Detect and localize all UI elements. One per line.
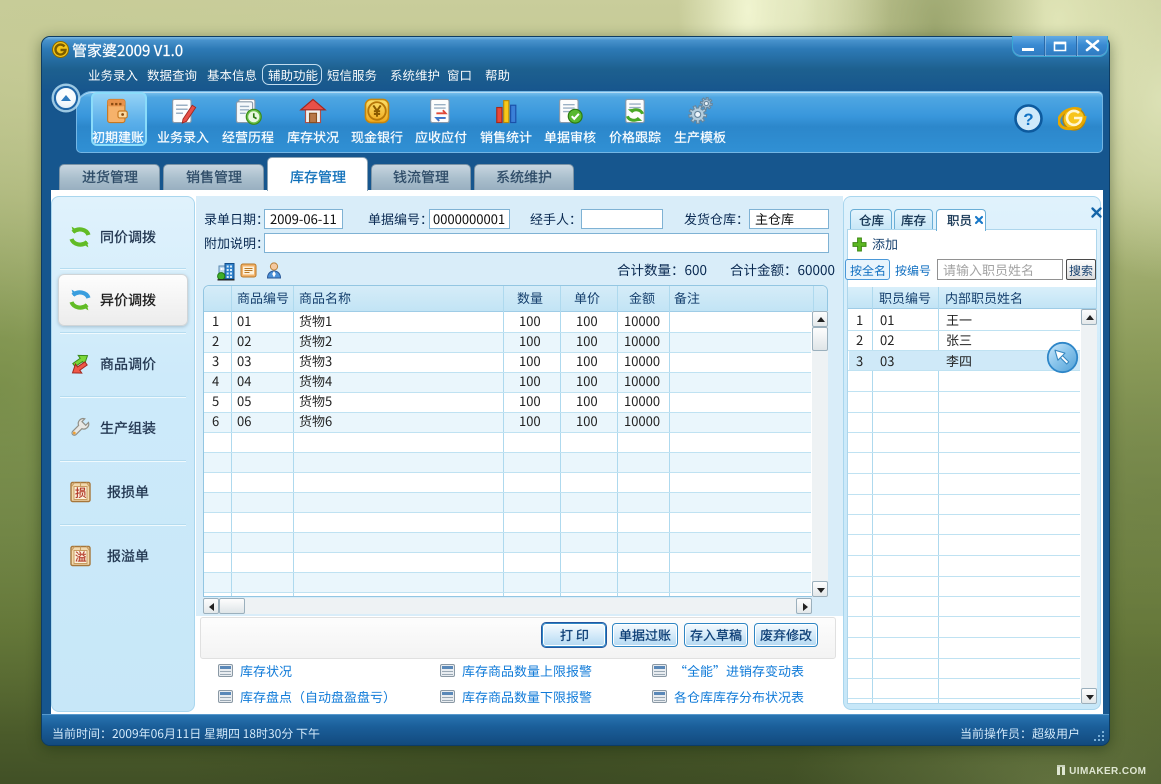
- svg-text:?: ?: [1023, 110, 1033, 129]
